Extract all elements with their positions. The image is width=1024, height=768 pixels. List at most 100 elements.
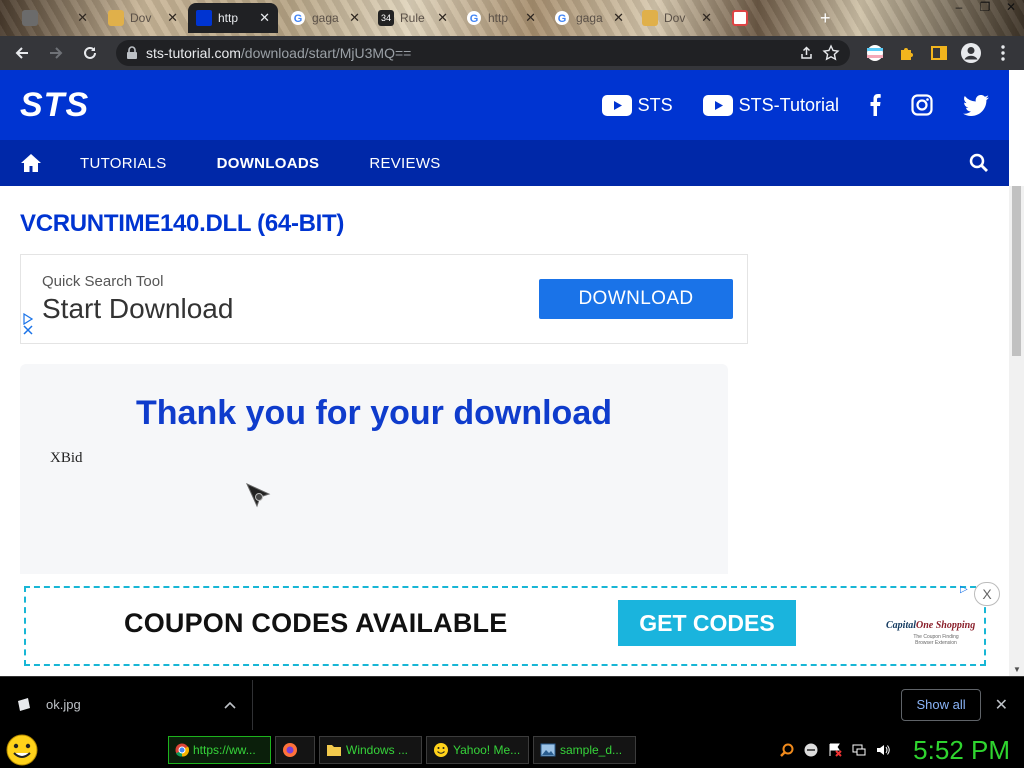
taskbar-item-yahoo-messenger[interactable]: Yahoo! Me...	[426, 736, 529, 764]
folder-icon	[327, 745, 341, 756]
tab-title: Dov	[130, 11, 152, 25]
tab-close-icon[interactable]: ✕	[167, 10, 178, 26]
coupon-close-button[interactable]: X	[974, 582, 1000, 606]
google-icon: G	[291, 11, 305, 25]
tab-title: Dov	[664, 11, 686, 25]
tab[interactable]: ✕	[14, 3, 96, 33]
youtube-link-sts-tutorial[interactable]: STS-Tutorial	[702, 94, 839, 116]
nav-item-downloads[interactable]: DOWNLOADS	[217, 155, 320, 172]
tab-close-icon[interactable]: ✕	[77, 10, 88, 26]
smiley-start-icon	[6, 734, 38, 766]
tab-close-icon[interactable]: ✕	[701, 10, 712, 26]
tab-favicon-icon	[108, 10, 124, 26]
ad-choices-icon[interactable]: ▷	[960, 584, 968, 595]
side-panel-icon[interactable]	[926, 40, 952, 66]
minimize-icon[interactable]: –	[946, 0, 972, 20]
taskbar-item-sample[interactable]: sample_d...	[533, 736, 636, 764]
show-all-downloads-button[interactable]: Show all	[901, 688, 981, 721]
nav-item-reviews[interactable]: REVIEWS	[369, 155, 440, 172]
tab[interactable]: Dov ✕	[634, 3, 720, 33]
tab-pinned[interactable]	[724, 3, 764, 33]
maximize-icon[interactable]: ❐	[972, 0, 998, 20]
brand-name-a: Capital	[886, 620, 917, 631]
image-file-icon	[18, 697, 30, 711]
youtube-link-sts[interactable]: STS	[601, 94, 673, 116]
tab-active[interactable]: http ✕	[188, 3, 278, 33]
tab-close-icon[interactable]: ✕	[349, 10, 360, 26]
instagram-icon[interactable]	[911, 94, 933, 116]
url-path: /download/start/MjU3MQ==	[240, 45, 412, 61]
status-tray-icon[interactable]	[803, 742, 819, 758]
tab-title: gaga	[576, 11, 603, 25]
tab[interactable]: G gaga ✕	[282, 3, 368, 33]
close-download-shelf-icon[interactable]: ✕	[995, 695, 1008, 715]
page-scrollbar[interactable]: ▼	[1009, 186, 1024, 676]
nav-item-tutorials[interactable]: TUTORIALS	[80, 155, 167, 172]
firefox-icon	[283, 743, 297, 757]
tab[interactable]: Dov ✕	[100, 3, 186, 33]
browser-tab-strip: ✕ Dov ✕ http ✕ G gaga ✕ 34 Rule ✕ G http…	[0, 0, 1024, 36]
thanks-heading: Thank you for your download	[136, 394, 612, 432]
sts-logo[interactable]: STS	[20, 88, 89, 122]
profile-avatar-icon[interactable]	[958, 40, 984, 66]
twitter-icon[interactable]	[963, 94, 989, 116]
extension-flag-icon[interactable]	[862, 40, 888, 66]
google-icon: G	[467, 11, 481, 25]
scrollbar-thumb[interactable]	[1012, 186, 1021, 356]
ad-download-button[interactable]: DOWNLOAD	[539, 279, 733, 319]
search-tray-icon[interactable]	[779, 742, 795, 758]
back-button[interactable]	[8, 39, 36, 67]
taskbar-item-firefox[interactable]	[275, 736, 315, 764]
home-icon[interactable]	[20, 152, 42, 174]
download-item[interactable]: ok.jpg	[16, 697, 236, 713]
capital-one-shopping-logo: CapitalOne Shopping	[886, 620, 975, 631]
get-codes-button[interactable]: GET CODES	[618, 600, 796, 646]
channel-label: STS-Tutorial	[738, 94, 839, 115]
action-center-flag-icon[interactable]	[827, 742, 843, 758]
chevron-up-icon[interactable]	[224, 701, 236, 709]
lock-icon	[127, 46, 137, 59]
ad-play-icon	[23, 313, 33, 325]
ad-choices[interactable]	[23, 313, 33, 335]
mouse-cursor-icon	[245, 482, 271, 508]
tab-close-icon[interactable]: ✕	[525, 10, 536, 26]
share-icon[interactable]	[798, 45, 814, 61]
address-bar[interactable]: sts-tutorial.com/download/start/MjU3MQ==	[116, 40, 850, 66]
tab-close-icon[interactable]: ✕	[613, 10, 624, 26]
start-button[interactable]	[0, 732, 44, 768]
tab[interactable]: 34 Rule ✕	[370, 3, 456, 33]
svg-text:G: G	[294, 13, 303, 25]
arrow-right-icon	[50, 47, 63, 59]
facebook-icon[interactable]	[869, 94, 881, 116]
tab-favicon-icon	[732, 10, 748, 26]
forward-button[interactable]	[42, 39, 70, 67]
tab[interactable]: G gaga ✕	[546, 3, 632, 33]
tab-close-icon[interactable]: ✕	[437, 10, 448, 26]
os-taskbar: https://ww... Windows ... Yahoo! Me... s…	[0, 732, 1024, 768]
system-clock[interactable]: 5:52 PM	[913, 735, 1010, 766]
extensions-puzzle-icon[interactable]	[894, 40, 920, 66]
search-icon[interactable]	[969, 153, 989, 173]
volume-icon[interactable]	[875, 742, 891, 758]
bookmark-star-icon[interactable]	[822, 44, 840, 62]
coupon-ad-banner[interactable]: COUPON CODES AVAILABLE GET CODES Capital…	[24, 582, 1000, 666]
taskbar-item-label: https://ww...	[193, 743, 256, 757]
browser-menu-icon[interactable]	[990, 40, 1016, 66]
tab[interactable]: G http ✕	[458, 3, 544, 33]
new-tab-button[interactable]: +	[812, 3, 842, 33]
tab-close-icon[interactable]: ✕	[259, 10, 270, 26]
rule34-favicon-icon: 34	[378, 10, 394, 26]
reload-button[interactable]	[76, 39, 104, 67]
arrow-left-icon	[15, 47, 28, 59]
network-icon[interactable]	[851, 742, 867, 758]
ad-headline: Start Download	[42, 293, 234, 324]
close-window-icon[interactable]: ✕	[998, 0, 1024, 20]
scroll-down-arrow-icon[interactable]: ▼	[1013, 665, 1021, 674]
taskbar-item-chrome[interactable]: https://ww...	[168, 736, 271, 764]
page-viewport: VCRUNTIME140.DLL (64-BIT) Quick Search T…	[0, 186, 1024, 676]
tab-favicon-icon	[22, 10, 38, 26]
youtube-icon	[601, 94, 632, 116]
taskbar-item-explorer[interactable]: Windows ...	[319, 736, 422, 764]
ad-close-icon[interactable]	[23, 325, 33, 335]
search-ad-banner[interactable]: Quick Search Tool Start Download DOWNLOA…	[20, 254, 748, 344]
